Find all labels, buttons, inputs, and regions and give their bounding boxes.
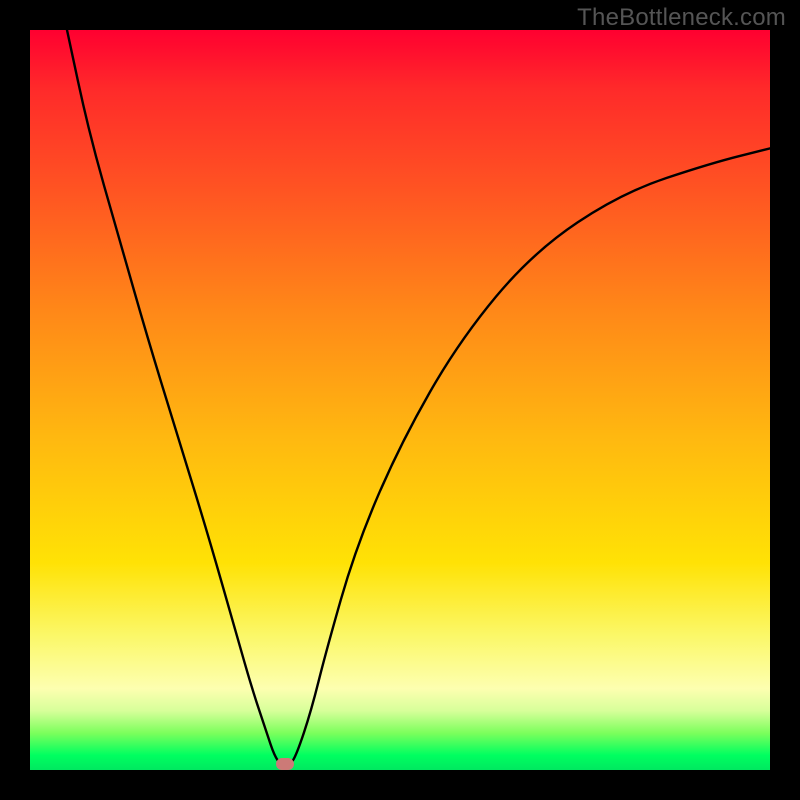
bottleneck-curve bbox=[67, 30, 770, 766]
chart-frame: TheBottleneck.com bbox=[0, 0, 800, 800]
curve-svg bbox=[30, 30, 770, 770]
chart-plot-area bbox=[30, 30, 770, 770]
optimal-point-marker bbox=[276, 758, 294, 770]
watermark-text: TheBottleneck.com bbox=[577, 4, 786, 32]
